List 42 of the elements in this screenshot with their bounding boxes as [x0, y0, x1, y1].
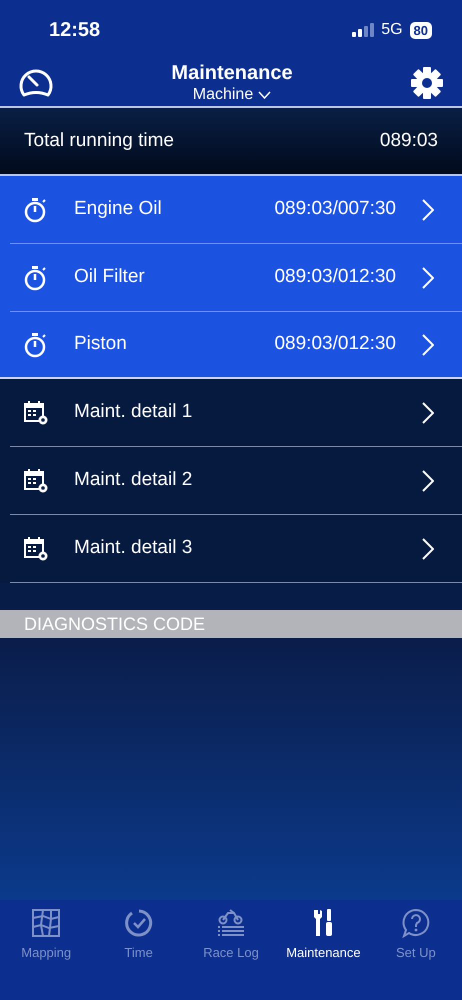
chevron-down-icon [258, 91, 272, 99]
item-label: Maint. detail 2 [74, 468, 194, 492]
item-value: 089:03/012:30 [274, 332, 396, 356]
map-icon [31, 908, 62, 938]
stopwatch-icon [24, 264, 48, 290]
chevron-right-icon [422, 198, 434, 220]
total-value: 089:03 [380, 128, 438, 153]
tab-item[interactable]: Race Log [184, 908, 278, 962]
tab-item[interactable]: Mapping [0, 908, 92, 962]
chevron-right-icon [422, 538, 434, 560]
item-label: Engine Oil [74, 197, 163, 222]
total-label: Total running time [24, 128, 174, 153]
screen-title: Maintenance [171, 61, 293, 85]
tab-item[interactable]: Set Up [370, 908, 462, 962]
calendar-gear-icon [24, 468, 48, 494]
item-value: 089:03/012:30 [274, 265, 396, 290]
chevron-right-icon [422, 334, 434, 356]
help-bubble-icon [400, 908, 431, 938]
machine-dropdown[interactable]: Machine [192, 85, 272, 105]
section-title: DIAGNOSTICS CODE [24, 612, 206, 636]
speedometer-icon[interactable] [18, 67, 54, 99]
chevron-right-icon [422, 266, 434, 288]
stopwatch-icon [24, 196, 48, 222]
item-value: 089:03/007:30 [274, 197, 396, 222]
chevron-right-icon [422, 402, 434, 424]
status-time: 12:58 [49, 18, 100, 43]
clock-icon [124, 908, 154, 938]
item-label: Maint. detail 3 [74, 536, 194, 560]
calendar-gear-icon [24, 536, 48, 562]
network-label: 5G [381, 20, 403, 40]
settings-icon[interactable] [410, 66, 444, 100]
item-label: Maint. detail 1 [74, 400, 194, 424]
motorcycle-list-icon [216, 908, 246, 938]
stopwatch-icon [24, 332, 48, 358]
chevron-right-icon [422, 470, 434, 492]
calendar-gear-icon [24, 400, 48, 426]
battery-indicator: 80 [410, 22, 432, 38]
item-label: Oil Filter [74, 265, 146, 290]
tab-item[interactable]: Time [92, 908, 185, 962]
signal-icon [352, 23, 374, 37]
item-label: Piston [74, 332, 128, 356]
tab-item[interactable]: Maintenance [277, 908, 370, 962]
